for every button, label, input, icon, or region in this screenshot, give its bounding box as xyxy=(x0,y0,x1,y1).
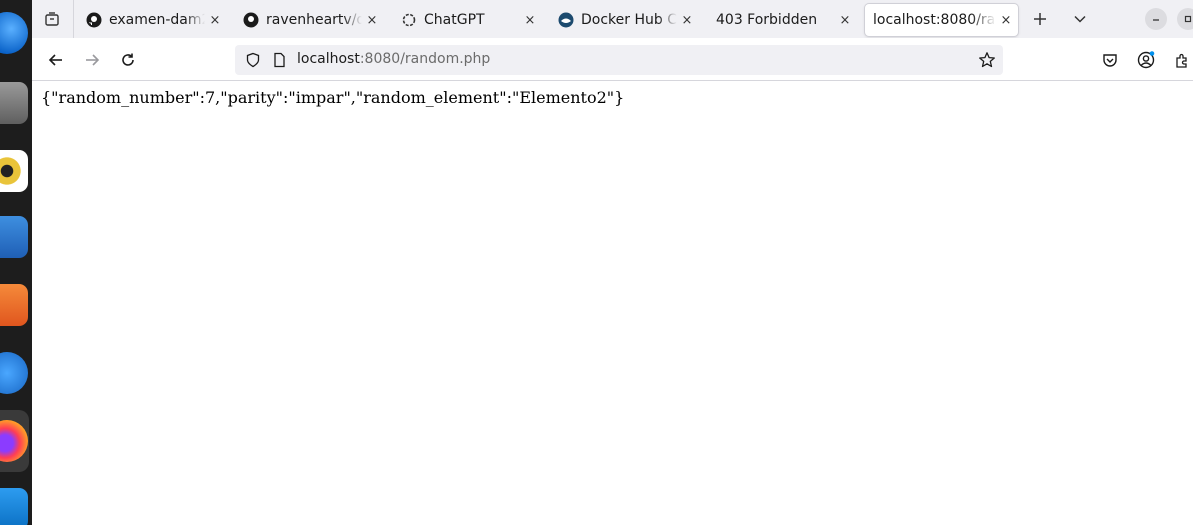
url-path: :8080/random.php xyxy=(359,51,491,67)
writer-icon[interactable] xyxy=(0,216,28,258)
close-tab-icon[interactable]: × xyxy=(998,12,1014,28)
docker-icon xyxy=(558,12,574,28)
plus-icon xyxy=(1034,13,1046,25)
tracking-protection-icon[interactable] xyxy=(245,52,261,72)
tab-title: ChatGPT xyxy=(424,12,485,28)
github-icon xyxy=(243,12,259,28)
github-icon xyxy=(86,12,102,28)
help-icon[interactable] xyxy=(0,352,28,394)
tab-title: examen-dam2- xyxy=(109,12,205,28)
extensions-button[interactable] xyxy=(1167,45,1193,75)
forward-button[interactable] xyxy=(77,45,107,75)
tab-strip: examen-dam2- × ravenheartv/do × ChatGPT … xyxy=(32,0,1193,38)
list-all-tabs-button[interactable] xyxy=(39,6,65,32)
json-response-text: {"random_number":7,"parity":"impar","ran… xyxy=(41,88,625,107)
close-tab-icon[interactable]: × xyxy=(522,12,538,28)
back-button[interactable] xyxy=(41,45,71,75)
arrow-left-icon xyxy=(48,54,62,66)
puzzle-icon xyxy=(1176,53,1187,68)
maximize-icon xyxy=(1184,15,1192,23)
account-button[interactable] xyxy=(1131,45,1161,75)
tab-title: Docker Hub Co xyxy=(581,12,677,28)
tab-title: localhost:8080/ran xyxy=(873,12,996,28)
close-tab-icon[interactable]: × xyxy=(207,12,223,28)
tab-ravenheartv[interactable]: ravenheartv/do × xyxy=(243,4,380,36)
close-tab-icon[interactable]: × xyxy=(679,12,695,28)
url-text[interactable]: localhost:8080/random.php xyxy=(297,51,490,67)
rhythmbox-icon[interactable] xyxy=(0,150,28,192)
tab-title: 403 Forbidden xyxy=(716,12,818,28)
navigation-toolbar: localhost:8080/random.php xyxy=(32,38,1193,81)
tab-title: ravenheartv/do xyxy=(266,12,362,28)
chevron-down-icon xyxy=(1074,15,1086,23)
minimize-window-button[interactable] xyxy=(1145,8,1167,30)
close-tab-icon[interactable]: × xyxy=(837,12,853,28)
vscode-icon[interactable] xyxy=(0,488,28,525)
tab-divider xyxy=(73,0,74,38)
arrow-right-icon xyxy=(86,54,100,66)
page-info-icon[interactable] xyxy=(271,52,287,72)
minimize-icon xyxy=(1153,19,1159,21)
pocket-icon xyxy=(1103,54,1117,67)
address-bar[interactable]: localhost:8080/random.php xyxy=(235,45,1003,75)
close-tab-icon[interactable]: × xyxy=(364,12,380,28)
system-dock xyxy=(0,0,32,525)
page-content: {"random_number":7,"parity":"impar","ran… xyxy=(32,81,1193,525)
tab-list-icon xyxy=(45,12,59,26)
tab-403-forbidden[interactable]: 403 Forbidden × xyxy=(716,4,853,36)
tab-chatgpt[interactable]: ChatGPT × xyxy=(401,4,538,36)
tab-overflow-button[interactable] xyxy=(1067,6,1093,32)
bookmark-star-icon[interactable] xyxy=(978,51,996,73)
openai-icon xyxy=(401,12,417,28)
reload-button[interactable] xyxy=(113,45,143,75)
files-icon[interactable] xyxy=(0,82,28,124)
tab-localhost-active[interactable]: localhost:8080/ran × xyxy=(865,4,1018,36)
new-tab-button[interactable] xyxy=(1027,6,1053,32)
maximize-window-button[interactable] xyxy=(1177,8,1193,30)
account-icon xyxy=(1137,51,1155,69)
pocket-button[interactable] xyxy=(1095,45,1125,75)
thunderbird-icon[interactable] xyxy=(0,12,28,54)
url-host: localhost xyxy=(297,51,360,67)
tab-examen[interactable]: examen-dam2- × xyxy=(86,4,223,36)
tab-docker-hub[interactable]: Docker Hub Co × xyxy=(558,4,695,36)
app-center-icon[interactable] xyxy=(0,284,28,326)
reload-icon xyxy=(122,53,134,66)
